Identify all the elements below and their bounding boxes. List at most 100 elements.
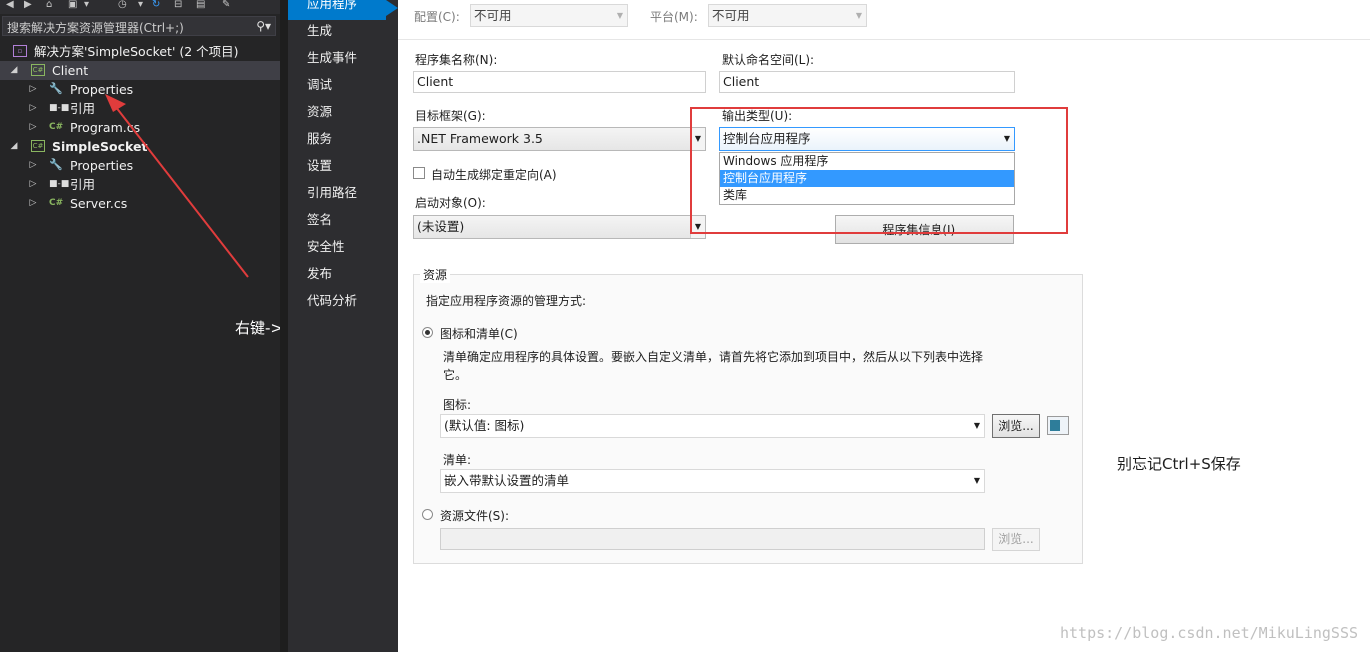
platform-dropdown[interactable]: 不可用 ▼ [708,4,867,27]
save-reminder-annotation: 别忘记Ctrl+S保存 [1117,455,1241,473]
nav-item-build-events[interactable]: 生成事件 [288,47,398,74]
icon-manifest-label: 图标和清单(C) [440,327,518,341]
icon-manifest-help: 清单确定应用程序的具体设置。要嵌入自定义清单，请首先将它添加到项目中，然后从以下… [443,350,984,364]
nav-active-indicator [386,0,398,16]
home-icon[interactable]: ⌂ [46,0,58,10]
startup-object-dropdown[interactable]: (未设置) ▼ [413,215,706,239]
resource-file-browse-button[interactable]: 浏览... [992,528,1040,551]
tree-item-label: 引用 [70,177,96,192]
refresh-icon[interactable]: ↻ [152,0,164,10]
nav-item-settings[interactable]: 设置 [288,155,398,182]
browse-label: 浏览... [998,419,1034,433]
tree-item-label: 引用 [70,101,96,116]
tree-item-program-cs[interactable]: ▷ C# Program.cs [0,118,280,137]
tree-item-label: 解决方案'SimpleSocket' (2 个项目) [34,44,239,59]
default-namespace-label: 默认命名空间(L): [722,53,815,67]
resource-file-label: 资源文件(S): [440,509,510,523]
target-framework-value: .NET Framework 3.5 [417,131,543,146]
config-dropdown[interactable]: 不可用 ▼ [470,4,628,27]
platform-label: 平台(M): [650,10,698,24]
resource-file-radio[interactable] [422,509,433,520]
target-framework-label: 目标框架(G): [415,109,486,123]
manifest-label: 清单: [443,453,472,467]
default-namespace-input[interactable]: Client [719,71,1015,93]
nav-item-reference-paths[interactable]: 引用路径 [288,182,398,209]
assembly-name-input[interactable]: Client [413,71,706,93]
tree-item-server-cs[interactable]: ▷ C# Server.cs [0,194,280,213]
tree-item-label: Server.cs [70,196,128,211]
collapsed-arrow-icon[interactable]: ▷ [28,175,38,194]
tree-item-simplesocket-project[interactable]: ◢ C# SimpleSocket [0,137,280,156]
nav-item-services[interactable]: 服务 [288,128,398,155]
resource-file-input[interactable] [440,528,985,550]
solution-icon: ▫ [13,45,27,57]
icon-manifest-help-cont: 它。 [443,368,468,382]
nav-item-application[interactable]: 应用程序 [288,0,386,20]
back-icon[interactable]: ◀ [6,0,18,10]
collapsed-arrow-icon[interactable]: ▷ [28,118,38,137]
chevron-down-icon[interactable]: ▾ [138,0,150,10]
startup-object-value: (未设置) [417,219,465,234]
solution-search-box[interactable]: 搜索解决方案资源管理器(Ctrl+;) ⚲▾ [2,16,276,36]
tree-item-client-references[interactable]: ▷ ■-■ 引用 [0,99,280,118]
wrench-icon: 🔧 [49,82,63,95]
config-label: 配置(C): [414,10,460,24]
icon-browse-button[interactable]: 浏览... [992,414,1040,438]
auto-binding-checkbox[interactable] [413,167,425,179]
switch-views-icon[interactable]: ▣ [68,0,80,10]
chevron-down-icon[interactable]: ▾ [84,0,96,10]
panel-divider[interactable] [280,0,288,652]
nav-item-signing[interactable]: 签名 [288,209,398,236]
resources-description: 指定应用程序资源的管理方式: [426,294,587,308]
chevron-down-icon: ▼ [616,11,624,20]
nav-item-code-analysis[interactable]: 代码分析 [288,290,398,317]
show-all-files-icon[interactable]: ▤ [196,0,208,10]
icon-value: (默认值: 图标) [444,418,525,433]
nav-item-resources[interactable]: 资源 [288,101,398,128]
collapsed-arrow-icon[interactable]: ▷ [28,194,38,213]
platform-value: 不可用 [712,8,750,23]
tree-item-label: SimpleSocket [52,139,148,154]
header-separator [398,39,1370,40]
assembly-name-label: 程序集名称(N): [415,53,498,67]
history-icon[interactable]: ◷ [118,0,130,10]
tree-item-simplesocket-properties[interactable]: ▷ 🔧 Properties [0,156,280,175]
icon-manifest-radio[interactable] [422,327,433,338]
reference-icon: ■-■ [49,179,70,189]
collapsed-arrow-icon[interactable]: ▷ [28,80,38,99]
nav-item-publish[interactable]: 发布 [288,263,398,290]
tree-item-client-project[interactable]: ◢ C# Client [0,61,280,80]
icon-preview [1047,416,1069,435]
chevron-down-icon: ▼ [973,476,981,485]
tree-item-solution[interactable]: ▫ 解决方案'SimpleSocket' (2 个项目) [0,42,280,61]
resources-group-title: 资源 [420,266,451,283]
csharp-file-icon: C# [49,198,64,208]
forward-icon[interactable]: ▶ [24,0,36,10]
browse-label: 浏览... [998,532,1034,546]
expanded-arrow-icon[interactable]: ◢ [9,137,19,156]
tree-item-simplesocket-references[interactable]: ▷ ■-■ 引用 [0,175,280,194]
config-value: 不可用 [474,8,512,23]
auto-binding-label: 自动生成绑定重定向(A) [431,168,557,182]
expanded-arrow-icon[interactable]: ◢ [9,61,19,80]
manifest-dropdown[interactable]: 嵌入带默认设置的清单 ▼ [440,469,985,493]
search-icon[interactable]: ⚲▾ [256,19,271,33]
solution-explorer-panel: ◀ ▶ ⌂ ▣ ▾ ◷ ▾ ↻ ⊟ ▤ ✎ 搜索解决方案资源管理器(Ctrl+;… [0,0,343,652]
chevron-down-icon: ▼ [855,11,863,20]
tree-item-label: Client [52,63,89,78]
nav-item-build[interactable]: 生成 [288,20,398,47]
collapsed-arrow-icon[interactable]: ▷ [28,156,38,175]
nav-item-debug[interactable]: 调试 [288,74,398,101]
nav-item-security[interactable]: 安全性 [288,236,398,263]
collapsed-arrow-icon[interactable]: ▷ [28,99,38,118]
search-placeholder: 搜索解决方案资源管理器(Ctrl+;) [7,21,184,35]
tree-item-client-properties[interactable]: ▷ 🔧 Properties [0,80,280,99]
target-framework-dropdown[interactable]: .NET Framework 3.5 ▼ [413,127,706,151]
wrench-icon: 🔧 [49,158,63,171]
csharp-project-icon: C# [31,64,45,76]
properties-wrench-icon[interactable]: ✎ [222,0,234,10]
icon-dropdown[interactable]: (默认值: 图标) ▼ [440,414,985,438]
reference-icon: ■-■ [49,103,70,113]
tree-item-label: Properties [70,82,134,97]
collapse-all-icon[interactable]: ⊟ [174,0,186,10]
